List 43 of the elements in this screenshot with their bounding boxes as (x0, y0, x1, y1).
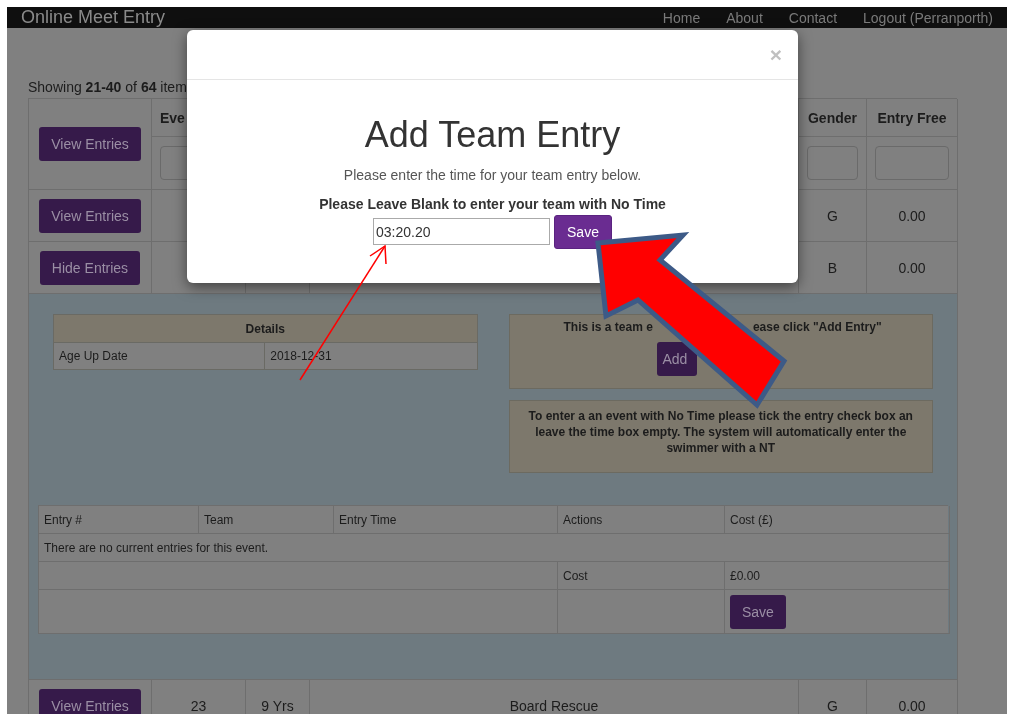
column-header: Cost (£) (725, 506, 950, 534)
table-cell: G (827, 207, 838, 224)
column-header: Entry Time (334, 506, 558, 534)
column-header: Gender (808, 109, 857, 126)
nav-link[interactable]: Home (662, 9, 701, 26)
table-cell: Cost (558, 562, 725, 590)
table-cell: 23 (190, 697, 207, 714)
column-header: Entry # (39, 506, 199, 534)
nav-link[interactable]: Logout (Perranporth) (863, 9, 993, 26)
column-header: Eve (159, 109, 185, 126)
modal-instruction: Please Leave Blank to enter your team with No Time (319, 196, 666, 212)
empty-message: There are no current entries for this event. (39, 534, 950, 562)
notice-text: This is a team e (563, 320, 653, 334)
brand-title[interactable]: Online Meet Entry (21, 7, 637, 28)
nav-link[interactable]: About (726, 9, 763, 26)
details-heading: Details (54, 315, 477, 343)
table-cell: B (827, 259, 838, 276)
column-header: Entry Free (877, 109, 947, 126)
entries-toggle-button[interactable]: View Entries (39, 688, 141, 714)
time-input-field[interactable]: 03:20.20 (373, 218, 551, 245)
table-cell: 0.00 (898, 697, 926, 714)
entries-toggle-button[interactable]: View Entries (39, 198, 141, 233)
table-cell: G (827, 697, 838, 714)
table-cell: £0.00 (725, 562, 950, 590)
table-cell: Age Up Date (54, 343, 266, 369)
save-button[interactable]: Save (554, 215, 612, 249)
table-cell: 0.00 (898, 259, 926, 276)
paging-summary: Showing 21-40 of 64 item (28, 79, 188, 95)
column-header: Actions (558, 506, 725, 534)
table-cell: 0.00 (898, 207, 926, 224)
filter-field[interactable] (807, 146, 858, 180)
entries-toggle-button[interactable]: Hide Entries (39, 250, 141, 285)
save-button[interactable]: Save (730, 594, 786, 629)
notice-text: ease click "Add Entry" (752, 320, 882, 334)
table-cell: 9 Yrs (261, 697, 294, 714)
nav-link[interactable]: Contact (788, 9, 838, 26)
table-cell: Board Rescue (509, 697, 599, 714)
no-time-note: To enter a an event with No Time please tick the entry check box an leave the time box empty. The system will automatically enter the swimmer with a NT (527, 408, 914, 457)
view-entries-button[interactable]: View Entries (39, 127, 141, 161)
modal-title: Add Team Entry (364, 115, 621, 155)
add-entry-button[interactable]: Add (656, 342, 697, 376)
column-header: Team (199, 506, 334, 534)
modal-subtitle: Please enter the time for your team entry below. (343, 167, 642, 183)
